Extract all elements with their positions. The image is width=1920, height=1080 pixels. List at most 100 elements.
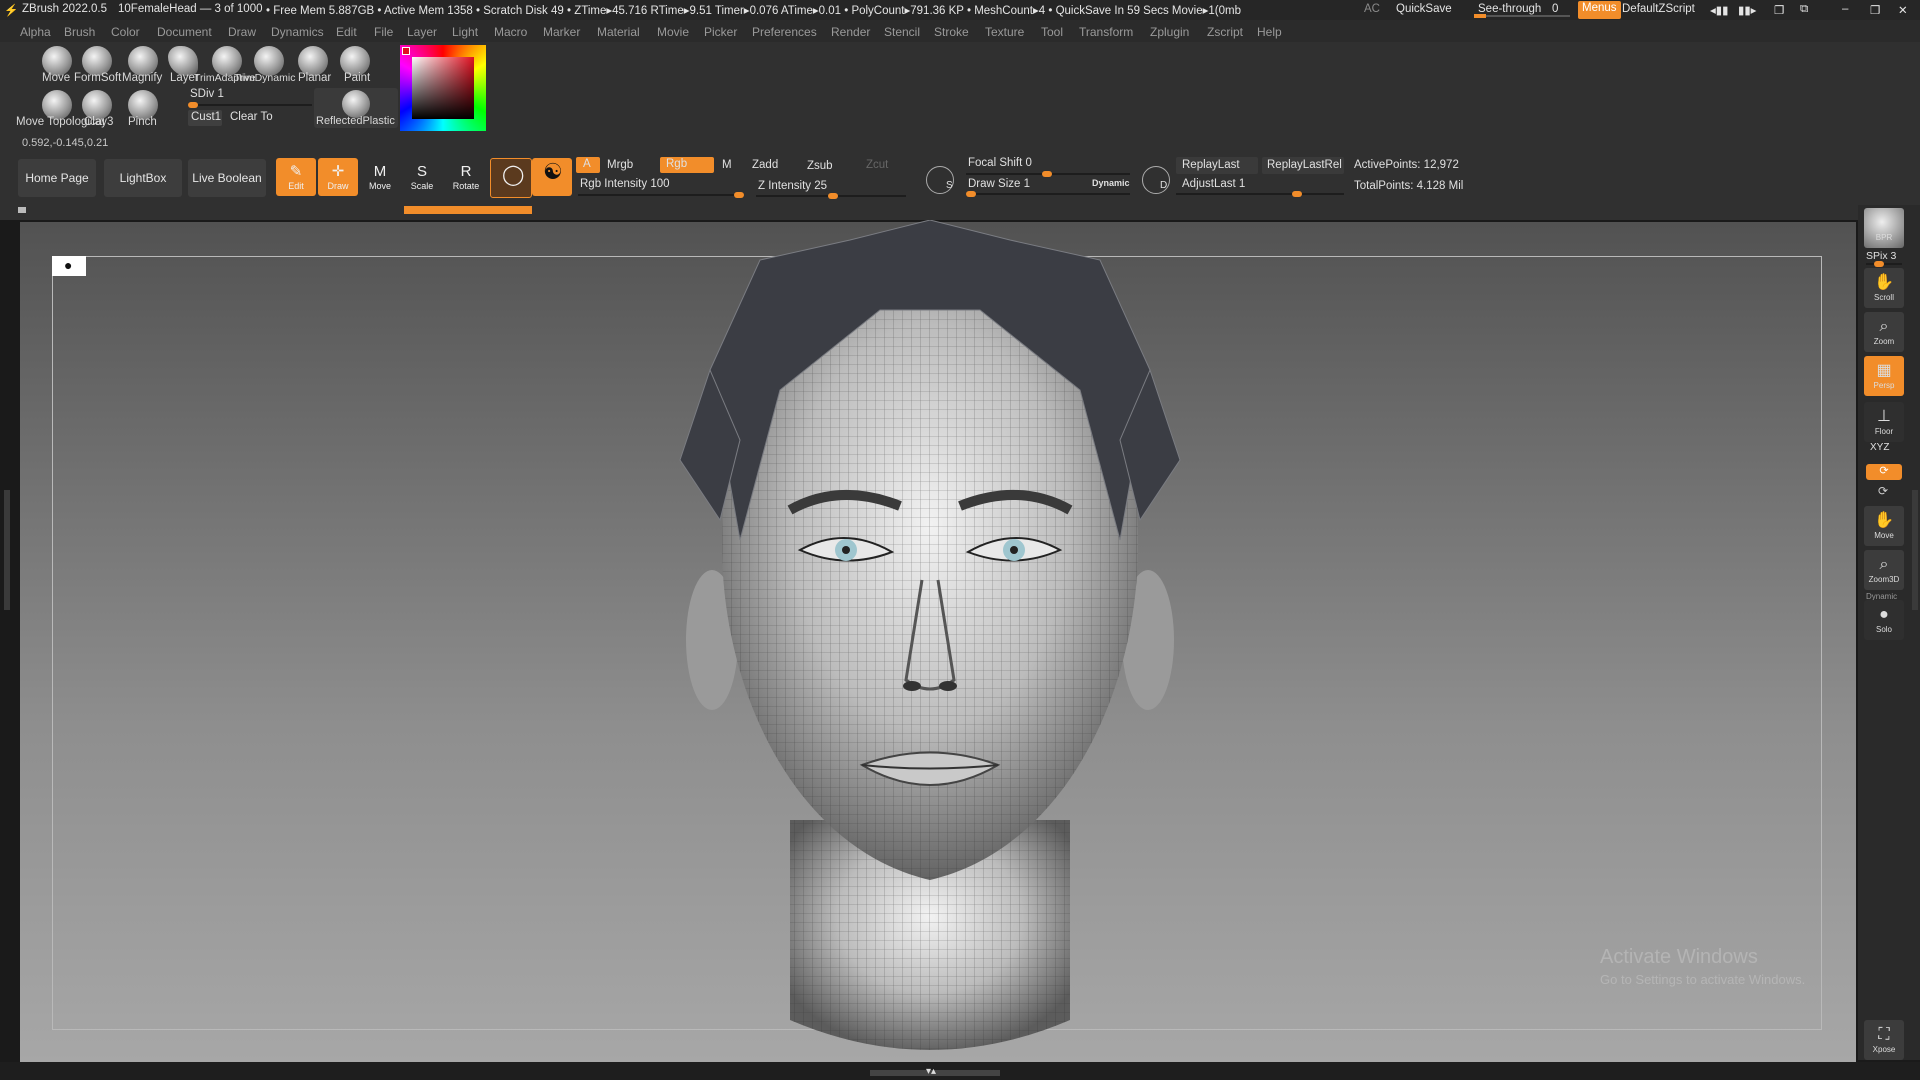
close-icon[interactable]: ✕: [1898, 3, 1908, 17]
ac-toggle[interactable]: AC: [1364, 3, 1380, 15]
menu-layer[interactable]: Layer: [407, 25, 437, 39]
home-page-button[interactable]: Home Page: [18, 159, 96, 197]
sdiv-slider[interactable]: [188, 102, 312, 108]
menu-edit[interactable]: Edit: [336, 25, 357, 39]
sdiv-slider-label[interactable]: SDiv 1: [190, 88, 224, 100]
menu-material[interactable]: Material: [597, 25, 640, 39]
scale-mode-button[interactable]: S Scale: [402, 158, 442, 196]
right-tray-handle[interactable]: [1912, 490, 1918, 610]
menu-tool[interactable]: Tool: [1041, 25, 1063, 39]
menu-light[interactable]: Light: [452, 25, 478, 39]
left-tray-handle[interactable]: [4, 490, 10, 610]
seethrough-slider[interactable]: [1474, 14, 1570, 18]
draw-size-label[interactable]: Draw Size 1: [968, 178, 1030, 190]
lightbox-button[interactable]: LightBox: [104, 159, 182, 197]
rotate-mode-button[interactable]: R Rotate: [446, 158, 486, 196]
move-view-button[interactable]: ✋ Move: [1864, 506, 1904, 546]
replay-last-rel-button[interactable]: ReplayLastRel: [1262, 157, 1344, 174]
z-intensity-slider[interactable]: [756, 193, 906, 199]
rgb-color-button[interactable]: ☯: [532, 158, 572, 196]
dynamic-toggle[interactable]: Dynamic: [1092, 178, 1130, 188]
menu-texture[interactable]: Texture: [985, 25, 1024, 39]
menu-macro[interactable]: Macro: [494, 25, 527, 39]
brush-pinch-label[interactable]: Pinch: [128, 116, 157, 128]
brush-paint-label[interactable]: Paint: [344, 72, 370, 84]
menu-document[interactable]: Document: [157, 25, 212, 39]
live-boolean-button[interactable]: Live Boolean: [188, 159, 266, 197]
z-intensity-handle[interactable]: [828, 193, 838, 199]
brush-formsoft-label[interactable]: FormSoft: [74, 72, 121, 84]
seethrough-slider-handle[interactable]: [1474, 14, 1486, 18]
menu-zscript[interactable]: Zscript: [1207, 25, 1243, 39]
lock-toggle[interactable]: ●: [52, 256, 86, 276]
zoom3d-button[interactable]: ⌕ Zoom3D: [1864, 550, 1904, 590]
solo-button[interactable]: ● Solo: [1864, 600, 1904, 640]
bottom-expand-icon[interactable]: ▾▴: [926, 1066, 936, 1077]
cust1-button[interactable]: Cust1: [188, 110, 222, 126]
focal-shift-slider[interactable]: [966, 171, 1130, 177]
zsub-toggle[interactable]: Zsub: [807, 160, 833, 172]
a-toggle[interactable]: A: [576, 157, 600, 173]
rgb-toggle[interactable]: Rgb: [660, 157, 714, 173]
rgb-intensity-label[interactable]: Rgb Intensity 100: [580, 178, 670, 190]
menu-stencil[interactable]: Stencil: [884, 25, 920, 39]
focal-shift-handle[interactable]: [1042, 171, 1052, 177]
scroll-button[interactable]: ✋ Scroll: [1864, 268, 1904, 308]
brush-move-label[interactable]: Move: [42, 72, 70, 84]
color-swatch-main[interactable]: [402, 47, 410, 55]
restore-icon[interactable]: ⧉: [1800, 3, 1808, 16]
minimize-icon[interactable]: –: [1842, 3, 1848, 15]
spix-slider[interactable]: [1866, 261, 1902, 267]
draw-size-handle[interactable]: [966, 191, 976, 197]
head-model[interactable]: [650, 220, 1210, 1062]
menu-help[interactable]: Help: [1257, 25, 1282, 39]
menu-draw[interactable]: Draw: [228, 25, 256, 39]
menu-movie[interactable]: Movie: [657, 25, 689, 39]
rgb-intensity-slider[interactable]: [578, 192, 744, 198]
menu-transform[interactable]: Transform: [1079, 25, 1133, 39]
seethrough-label[interactable]: See-through: [1478, 3, 1541, 15]
layout-prev-icon[interactable]: ◂▮▮: [1710, 3, 1728, 17]
replay-last-button[interactable]: ReplayLast: [1176, 157, 1258, 174]
menu-marker[interactable]: Marker: [543, 25, 580, 39]
quicksave-button[interactable]: QuickSave: [1396, 3, 1452, 15]
sdiv-slider-handle[interactable]: [188, 102, 198, 108]
menu-picker[interactable]: Picker: [704, 25, 737, 39]
persp-button[interactable]: ▦ Persp: [1864, 356, 1904, 396]
floor-button[interactable]: ⊥ Floor: [1864, 402, 1904, 442]
focal-shift-label[interactable]: Focal Shift 0: [968, 157, 1032, 169]
spix-slider-handle[interactable]: [1874, 261, 1884, 267]
clear-to-button[interactable]: Clear To: [230, 111, 273, 123]
menu-brush[interactable]: Brush: [64, 25, 95, 39]
brush-clay3-label[interactable]: Clay3: [84, 116, 113, 128]
bpr-button[interactable]: BPR: [1864, 208, 1904, 248]
draw-size-slider[interactable]: [966, 191, 1130, 197]
window-icon[interactable]: ❐: [1774, 3, 1784, 17]
menu-dynamics[interactable]: Dynamics: [271, 25, 324, 39]
default-zscript-button[interactable]: DefaultZScript: [1622, 3, 1695, 15]
menu-alpha[interactable]: Alpha: [20, 25, 51, 39]
color-picker-square[interactable]: [412, 57, 474, 119]
brush-trimdynamic-label[interactable]: TrimDynamic: [234, 72, 295, 84]
rotate-y-icon[interactable]: ⟳: [1878, 484, 1888, 498]
adjust-last-handle[interactable]: [1292, 191, 1302, 197]
edit-mode-button[interactable]: ✎ Edit: [276, 158, 316, 196]
local-rotate-icon[interactable]: ⟳: [1866, 464, 1902, 480]
mrgb-toggle[interactable]: Mrgb: [607, 159, 633, 171]
adjust-last-slider[interactable]: [1176, 191, 1344, 197]
menu-stroke[interactable]: Stroke: [934, 25, 969, 39]
layout-next-icon[interactable]: ▮▮▸: [1738, 3, 1756, 17]
zcut-toggle[interactable]: Zcut: [866, 159, 888, 171]
menu-render[interactable]: Render: [831, 25, 870, 39]
z-intensity-label[interactable]: Z Intensity 25: [758, 180, 827, 192]
menu-preferences[interactable]: Preferences: [752, 25, 817, 39]
adjust-last-label[interactable]: AdjustLast 1: [1182, 178, 1245, 190]
move-mode-button[interactable]: M Move: [360, 158, 400, 196]
draw-mode-button[interactable]: ✛ Draw: [318, 158, 358, 196]
menu-file[interactable]: File: [374, 25, 393, 39]
xyz-toggle[interactable]: XYZ: [1870, 442, 1889, 453]
menu-color[interactable]: Color: [111, 25, 140, 39]
mrgb-material-button[interactable]: ◯: [490, 158, 532, 198]
brush-magnify-label[interactable]: Magnify: [122, 72, 162, 84]
zadd-toggle[interactable]: Zadd: [752, 159, 778, 171]
